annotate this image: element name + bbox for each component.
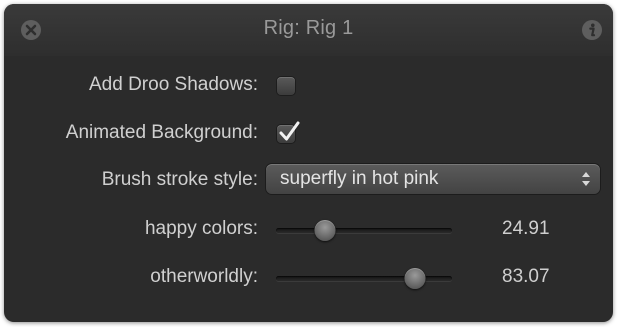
happy-colors-slider-track[interactable] [276, 228, 452, 233]
otherworldly-slider-knob[interactable] [404, 268, 426, 289]
otherworldly-value: 83.07 [502, 266, 550, 287]
happy-colors-slider-knob[interactable] [314, 220, 336, 241]
updown-arrows-icon [582, 172, 590, 186]
otherworldly-label: otherworldly: [150, 266, 258, 287]
happy-colors-label: happy colors: [144, 218, 258, 239]
rig-inspector-panel: Rig: Rig 1 Add Droo Shadows: Animated Ba… [4, 4, 613, 322]
add-droo-shadows-label: Add Droo Shadows: [89, 74, 258, 95]
brush-stroke-style-value: superfly in hot pink [280, 168, 439, 189]
info-button[interactable] [581, 19, 603, 41]
happy-colors-slider[interactable] [276, 219, 452, 243]
otherworldly-slider-track[interactable] [276, 276, 452, 281]
brush-stroke-style-popup[interactable]: superfly in hot pink [266, 164, 600, 194]
animated-background-checkbox[interactable] [277, 121, 300, 143]
title-bar: Rig: Rig 1 [4, 4, 613, 56]
info-icon [582, 20, 602, 40]
checkmark-icon [279, 121, 300, 141]
otherworldly-slider[interactable] [276, 267, 452, 291]
window-title: Rig: Rig 1 [263, 17, 354, 39]
add-droo-shadows-checkbox[interactable] [277, 77, 295, 95]
happy-colors-value: 24.91 [502, 218, 550, 239]
brush-stroke-style-label: Brush stroke style: [101, 169, 258, 190]
animated-background-label: Animated Background: [65, 122, 258, 143]
